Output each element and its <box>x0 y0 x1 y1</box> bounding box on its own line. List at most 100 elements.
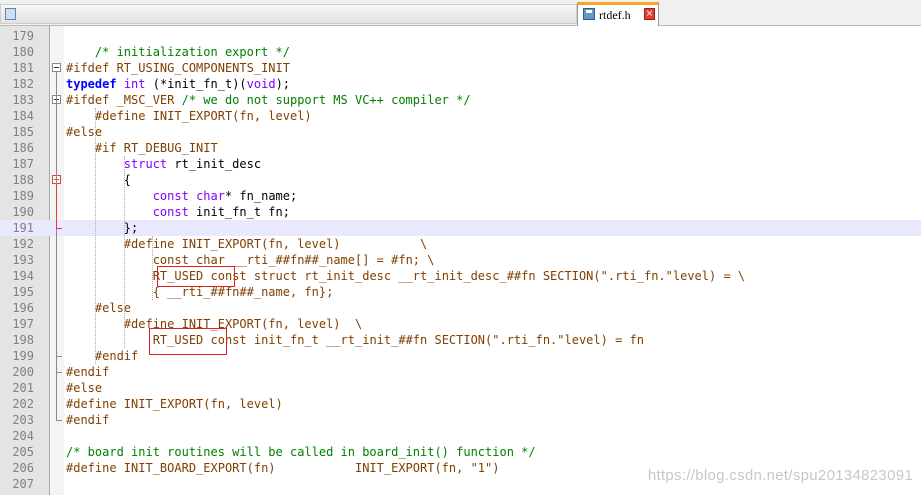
code-line[interactable]: 187 struct rt_init_desc <box>0 156 921 172</box>
line-number: 182 <box>12 77 34 91</box>
code-text: #define INIT_EXPORT(fn, level) <box>66 396 283 412</box>
code-line[interactable]: 198 RT_USED const init_fn_t __rt_init_##… <box>0 332 921 348</box>
code-token: const <box>152 189 189 203</box>
line-number: 202 <box>12 397 34 411</box>
code-line[interactable]: 197 #define INIT_EXPORT(fn, level) \ <box>0 316 921 332</box>
code-line[interactable]: 190 const init_fn_t fn; <box>0 204 921 220</box>
code-line[interactable]: 191 }; <box>0 220 921 236</box>
code-token: void <box>246 77 276 91</box>
line-number: 184 <box>12 109 34 123</box>
code-line[interactable]: 182 typedef int (*init_fn_t)(void); <box>0 76 921 92</box>
code-line[interactable]: 194 RT_USED const struct rt_init_desc __… <box>0 268 921 284</box>
code-token: #else <box>66 125 103 139</box>
code-token: #endif <box>66 413 110 427</box>
code-line[interactable]: 189 const char* fn_name; <box>0 188 921 204</box>
code-line[interactable]: 186 #if RT_DEBUG_INIT <box>0 140 921 156</box>
line-number: 201 <box>12 381 34 395</box>
code-text: #define INIT_BOARD_EXPORT(fn) INIT_EXPOR… <box>66 460 499 476</box>
line-number: 181 <box>12 61 34 75</box>
code-token: #define INIT_BOARD_EXPORT(fn) INIT_EXPOR… <box>66 461 500 475</box>
code-token: }; <box>66 221 139 235</box>
line-number: 192 <box>12 237 34 251</box>
code-text: #else <box>66 124 102 140</box>
code-line[interactable]: 185 #else <box>0 124 921 140</box>
code-text: #ifdef RT_USING_COMPONENTS_INIT <box>66 60 290 76</box>
code-token: #ifdef _MSC_VER <box>66 93 182 107</box>
tab-title: rtdef.h <box>599 8 631 22</box>
line-number: 193 <box>12 253 34 267</box>
code-token: #ifdef RT_USING_COMPONENTS_INIT <box>66 61 290 75</box>
code-text: { <box>66 172 131 188</box>
code-text: typedef int (*init_fn_t)(void); <box>66 76 290 92</box>
line-number: 180 <box>12 45 34 59</box>
highlight-box-rt-used-198 <box>149 328 227 355</box>
code-token: typedef <box>66 77 117 91</box>
code-line[interactable]: 201 #else <box>0 380 921 396</box>
code-line[interactable]: 199 #endif <box>0 348 921 364</box>
code-token: int <box>123 77 146 91</box>
code-text: /* initialization export */ <box>66 44 290 60</box>
fold-end-marker <box>56 420 62 421</box>
code-line[interactable]: 204 <box>0 428 921 444</box>
code-text: }; <box>66 220 138 236</box>
code-line[interactable]: 202 #define INIT_EXPORT(fn, level) <box>0 396 921 412</box>
code-token: { <box>66 173 132 187</box>
code-token: #define INIT_EXPORT(fn, level) <box>66 397 283 411</box>
indent-guide <box>123 156 125 348</box>
code-token: #if RT_DEBUG_INIT <box>94 141 218 155</box>
code-text: #define INIT_EXPORT(fn, level) <box>66 108 312 124</box>
line-number: 187 <box>12 157 34 171</box>
code-line[interactable]: 200 #endif <box>0 364 921 380</box>
indent-guide <box>94 108 96 364</box>
code-token: * fn_name; <box>224 189 298 203</box>
fold-toggle-icon[interactable] <box>52 63 61 72</box>
line-number: 188 <box>12 173 34 187</box>
code-line[interactable]: 188 { <box>0 172 921 188</box>
code-line[interactable]: 196 #else <box>0 300 921 316</box>
code-token: char <box>196 189 225 203</box>
line-number: 194 <box>12 269 34 283</box>
code-text: #endif <box>66 364 109 380</box>
code-text: #endif <box>66 412 109 428</box>
code-line[interactable]: 193 const char __rti_##fn##_name[] = #fn… <box>0 252 921 268</box>
code-editor[interactable]: 179 180 /* initialization export */181 #if… <box>0 26 921 495</box>
code-text: const char __rti_##fn##_name[] = #fn; \ <box>66 252 435 268</box>
line-number: 179 <box>12 29 34 43</box>
tab-rtdef-h[interactable]: rtdef.h × <box>577 2 659 26</box>
line-number: 205 <box>12 445 34 459</box>
line-number: 200 <box>12 365 34 379</box>
code-token: #define INIT_EXPORT(fn, level) <box>94 109 312 123</box>
code-token: { __rti_##fn##_name, fn}; <box>152 285 334 299</box>
code-line[interactable]: 180 /* initialization export */ <box>0 44 921 60</box>
code-line[interactable]: 203 #endif <box>0 412 921 428</box>
code-line[interactable]: 192 #define INIT_EXPORT(fn, level) \ <box>0 236 921 252</box>
tab-bar: rtdef.h × <box>0 0 921 26</box>
code-token: /* initialization export */ <box>94 45 290 59</box>
indent-guide <box>152 236 154 300</box>
line-number: 196 <box>12 301 34 315</box>
code-line[interactable]: 181 #ifdef RT_USING_COMPONENTS_INIT <box>0 60 921 76</box>
highlight-box-rt-used-194 <box>157 266 235 287</box>
line-number: 183 <box>12 93 34 107</box>
close-icon[interactable]: × <box>644 8 655 20</box>
line-number: 185 <box>12 125 34 139</box>
code-line[interactable]: 205 /* board init routines will be called… <box>0 444 921 460</box>
code-token: #else <box>66 381 103 395</box>
code-token: RT_USED const struct rt_init_desc __rt_i… <box>152 269 746 283</box>
code-line[interactable]: 183 #ifdef _MSC_VER /* we do not support … <box>0 92 921 108</box>
code-text: #else <box>66 380 102 396</box>
code-line[interactable]: 184 #define INIT_EXPORT(fn, level) <box>0 108 921 124</box>
fold-end-marker <box>56 356 62 357</box>
code-line[interactable]: 179 <box>0 28 921 44</box>
code-text: /* board init routines will be called in… <box>66 444 536 460</box>
line-number: 190 <box>12 205 34 219</box>
line-number: 204 <box>12 429 34 443</box>
line-number: 199 <box>12 349 34 363</box>
blurred-tabs[interactable] <box>0 4 577 24</box>
code-token: const char __rti_##fn##_name[] = #fn; \ <box>152 253 435 267</box>
code-text: #if RT_DEBUG_INIT <box>66 140 218 156</box>
code-line[interactable]: 195 { __rti_##fn##_name, fn}; <box>0 284 921 300</box>
